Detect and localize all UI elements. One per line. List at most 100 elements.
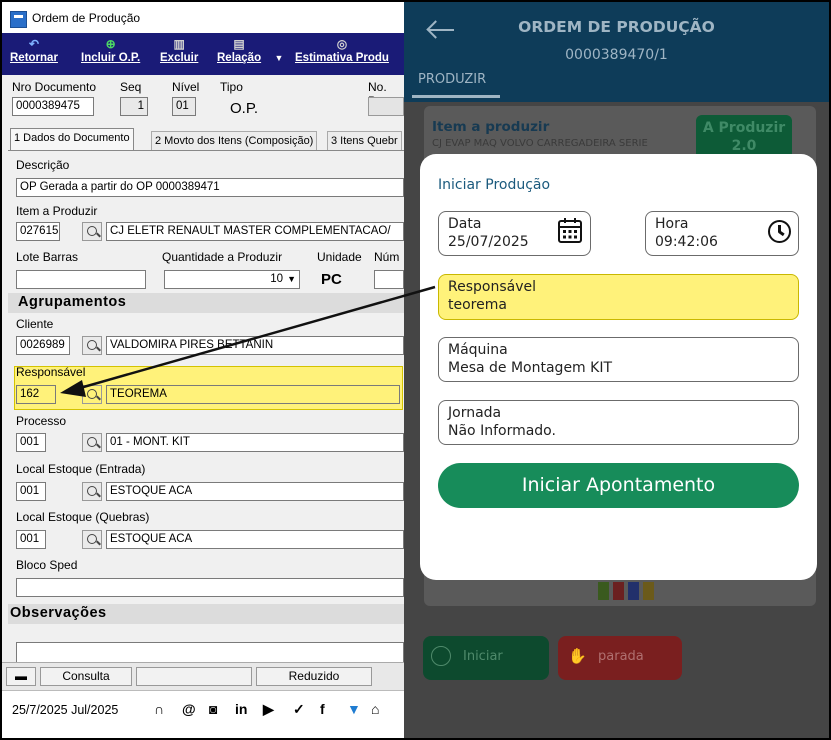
responsavel-label: Responsável — [448, 279, 536, 295]
incluir-op-button[interactable]: ⊕ Incluir O.P. — [81, 37, 140, 64]
local-entrada-code-field[interactable]: 001 — [16, 482, 46, 501]
email-icon[interactable]: @ — [182, 701, 196, 717]
qtd-value: 10 — [270, 273, 283, 285]
window-title: Ordem de Produção — [32, 11, 141, 25]
item-produzir-value: CJ EVAP MAQ VOLVO CARREGADEIRA SERIE — [432, 138, 648, 149]
a-produzir-value: 2.0 — [731, 138, 757, 154]
data-field[interactable]: Data 25/07/2025 — [438, 211, 591, 256]
local-entrada-search-icon[interactable] — [82, 482, 102, 501]
relacao-button[interactable]: ▤ Relação — [217, 37, 261, 64]
parada-button[interactable]: ✋ parada — [558, 636, 682, 680]
parada-label: parada — [598, 649, 644, 664]
responsavel-label: Responsável — [16, 365, 86, 379]
estimativa-button[interactable]: ◎ Estimativa Produ — [295, 37, 389, 64]
item-produzir-label: Item a produzir — [432, 119, 550, 135]
brand-icon[interactable]: ▼ — [347, 701, 361, 717]
app-subtitle: 0000389470/1 — [565, 47, 668, 63]
cliente-code-field[interactable]: 0026989 — [16, 336, 70, 355]
local-quebras-code-field[interactable]: 001 — [16, 530, 46, 549]
composite-screenshot: Ordem de Produção ↶ Retornar ⊕ Incluir O… — [2, 2, 829, 738]
incluir-label: Incluir O.P. — [81, 52, 141, 64]
unidade-value: PC — [321, 271, 342, 288]
headset-icon[interactable]: ∩ — [154, 701, 164, 717]
lote-field[interactable] — [16, 270, 146, 289]
tab-movto-itens[interactable]: 2 Movto dos Itens (Composição) — [151, 131, 318, 150]
tab-itens-quebra[interactable]: 3 Itens Quebr — [327, 131, 402, 150]
instagram-icon[interactable]: ◙ — [209, 701, 217, 717]
maquina-field[interactable]: Máquina Mesa de Montagem KIT — [438, 337, 799, 382]
cliente-name-field[interactable]: VALDOMIRA PIRES BETTANIN — [106, 336, 404, 355]
facebook-icon[interactable]: f — [320, 701, 325, 717]
no-pe-field[interactable] — [368, 97, 404, 116]
keyboard-icon[interactable]: ▬ — [6, 667, 36, 686]
item-code-field[interactable]: 027615 — [16, 222, 60, 241]
estimativa-label: Estimativa Produ — [295, 52, 389, 64]
processo-name-field[interactable]: 01 - MONT. KIT — [106, 433, 404, 452]
retornar-button[interactable]: ↶ Retornar — [10, 37, 58, 64]
iniciar-producao-dialog: Iniciar Produção Data 25/07/2025 Hora 09… — [420, 154, 817, 580]
play-icon — [431, 646, 451, 666]
excluir-button[interactable]: ▥ Excluir — [160, 37, 198, 64]
calendar-icon[interactable] — [557, 217, 583, 244]
consulta-button[interactable]: Consulta — [40, 667, 132, 686]
item-search-icon[interactable] — [82, 222, 102, 241]
responsavel-field[interactable]: Responsável teorema — [438, 274, 799, 320]
color-swatch — [628, 582, 639, 600]
qtd-field[interactable]: 10 ▼ — [164, 270, 300, 289]
local-quebras-search-icon[interactable] — [82, 530, 102, 549]
color-swatch — [613, 582, 624, 600]
qtd-label: Quantidade a Produzir — [162, 250, 283, 264]
lote-label: Lote Barras — [16, 250, 79, 264]
twitter-icon[interactable]: ✓ — [293, 701, 305, 718]
reduzido-button[interactable]: Reduzido — [256, 667, 372, 686]
linkedin-icon[interactable]: in — [235, 701, 247, 717]
excluir-label: Excluir — [160, 52, 199, 64]
cliente-search-icon[interactable] — [82, 336, 102, 355]
toolbar: ↶ Retornar ⊕ Incluir O.P. ▥ Excluir ▤ Re… — [2, 33, 404, 75]
descricao-field[interactable]: OP Gerada a partir do OP 0000389471 — [16, 178, 404, 197]
a-produzir-badge: A Produzir 2.0 — [696, 115, 792, 159]
responsavel-value: teorema — [448, 297, 507, 313]
jornada-value: Não Informado. — [448, 423, 556, 439]
nro-documento-label: Nro Documento — [12, 80, 97, 94]
footer-bar: 25/7/2025 Jul/2025 ∩ @ ◙ in ▶ ✓ f ▼ ⌂ — [2, 690, 404, 738]
responsavel-code-field[interactable]: 162 — [16, 385, 56, 404]
item-label: Item a Produzir — [16, 204, 98, 218]
window-titlebar: Ordem de Produção — [2, 2, 404, 33]
clock-icon[interactable] — [768, 220, 791, 243]
hora-field[interactable]: Hora 09:42:06 — [645, 211, 799, 256]
jornada-label: Jornada — [448, 405, 502, 421]
processo-code-field[interactable]: 001 — [16, 433, 46, 452]
maquina-label: Máquina — [448, 342, 508, 358]
processo-search-icon[interactable] — [82, 433, 102, 452]
data-label: Data — [448, 216, 482, 232]
jornada-field[interactable]: Jornada Não Informado. — [438, 400, 799, 445]
cliente-label: Cliente — [16, 317, 54, 331]
responsavel-search-icon[interactable] — [82, 385, 102, 404]
iniciar-button[interactable]: Iniciar — [423, 636, 549, 680]
item-desc-field[interactable]: CJ ELETR RENAULT MASTER COMPLEMENTACAO/ — [106, 222, 404, 241]
responsavel-name-field[interactable]: TEOREMA — [106, 385, 400, 404]
youtube-icon[interactable]: ▶ — [263, 701, 274, 718]
bloco-sped-field[interactable] — [16, 578, 404, 597]
nivel-field[interactable]: 01 — [172, 97, 196, 116]
local-quebras-name-field[interactable]: ESTOQUE ACA — [106, 530, 404, 549]
seq-field[interactable]: 1 — [120, 97, 148, 116]
iniciar-apontamento-button[interactable]: Iniciar Apontamento — [438, 463, 799, 508]
local-entrada-name-field[interactable]: ESTOQUE ACA — [106, 482, 404, 501]
graduation-cap-icon[interactable]: ⌂ — [371, 701, 379, 717]
hand-icon: ✋ — [568, 647, 587, 665]
numero-field[interactable] — [374, 270, 404, 289]
tab-dados-documento[interactable]: 1 Dados do Documento — [10, 128, 134, 151]
unidade-label: Unidade — [317, 250, 362, 264]
dropdown-arrow[interactable]: . ▼ — [272, 37, 286, 64]
app-title: ORDEM DE PRODUÇÃO — [518, 18, 715, 36]
nro-documento-field[interactable]: 0000389475 — [12, 97, 94, 116]
nivel-label: Nível — [172, 80, 200, 94]
gear-icon: ◎ — [336, 37, 348, 51]
tipo-value: O.P. — [230, 100, 259, 117]
tab-produzir[interactable]: PRODUZIR — [418, 72, 486, 87]
data-value: 25/07/2025 — [448, 234, 529, 250]
hora-value: 09:42:06 — [655, 234, 718, 250]
color-swatch — [643, 582, 654, 600]
